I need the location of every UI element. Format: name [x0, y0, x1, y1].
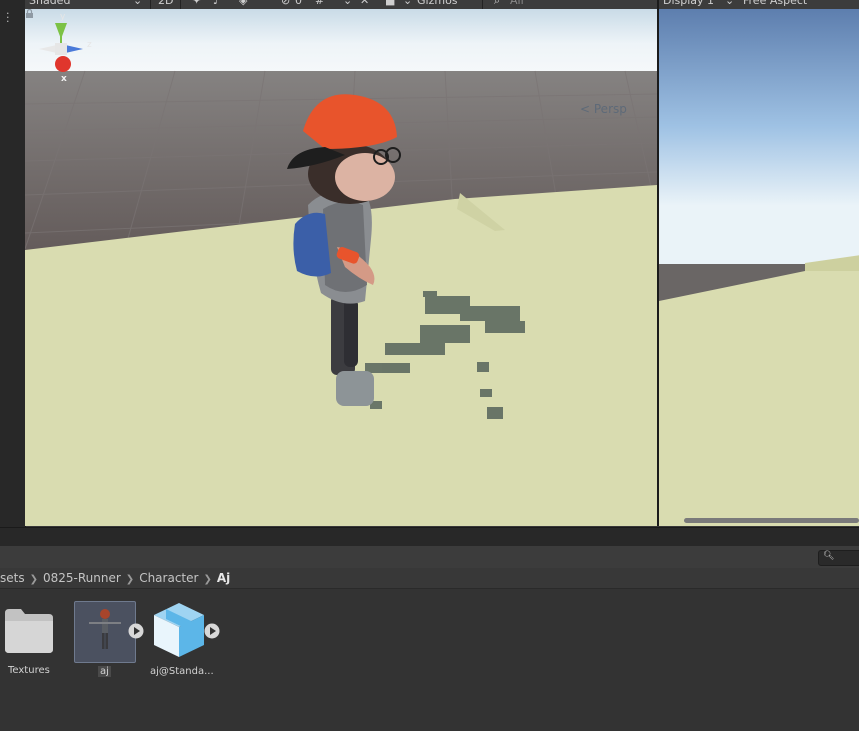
folder-icon [5, 609, 53, 653]
chevron-down-icon[interactable]: ⌄ [403, 0, 412, 8]
display-dropdown[interactable]: Display 1 [663, 0, 714, 8]
asset-label: aj [98, 666, 111, 677]
visibility-icon[interactable]: ⊘ [281, 0, 290, 8]
asset-item-textures[interactable]: Textures [0, 589, 60, 679]
breadcrumb: sets ❯ 0825-Runner ❯ Character ❯ Aj [0, 568, 859, 589]
hidden-count: 0 [295, 0, 302, 7]
game-view-scrollbar[interactable] [684, 518, 859, 523]
breadcrumb-item[interactable]: Character [139, 568, 198, 588]
chevron-down-icon[interactable]: ⌄ [133, 0, 142, 8]
game-toolbar: Display 1 ⌄ Free Aspect [657, 0, 859, 9]
orientation-gizmo[interactable]: y z x [25, 9, 105, 84]
lock-icon[interactable] [25, 9, 34, 18]
breadcrumb-item[interactable]: 0825-Runner [43, 568, 121, 588]
chevron-right-icon: ❯ [29, 574, 38, 585]
breadcrumb-item-current[interactable]: Aj [217, 568, 230, 588]
asset-label: aj@Standa... [150, 666, 214, 677]
search-icon: 🔍︎ [823, 551, 835, 561]
project-asset-grid: Textures aj aj@Standa... [0, 589, 859, 731]
lighting-icon[interactable]: ✦ [192, 0, 201, 8]
chevron-right-icon: ❯ [203, 574, 212, 585]
audio-icon[interactable]: ♪ [213, 0, 220, 8]
asset-item-aj-model[interactable]: aj [74, 601, 146, 681]
toggle-2d-button[interactable]: 2D [158, 0, 173, 8]
chevron-down-icon[interactable]: ⌄ [725, 0, 734, 8]
gizmo-z-label: z [87, 40, 92, 50]
projection-toggle[interactable]: < Persp [580, 102, 627, 116]
panel-divider [0, 527, 859, 547]
draw-mode-dropdown[interactable]: Shaded [29, 0, 70, 8]
game-view[interactable] [657, 9, 859, 526]
project-search-input[interactable]: 🔍︎ [818, 550, 859, 566]
asset-item-aj-standard[interactable]: aj@Standa... [148, 601, 228, 681]
model-preview [74, 601, 136, 663]
hierarchy-search-input[interactable]: All [510, 0, 524, 8]
layers-icon[interactable]: ◈ [239, 0, 247, 8]
gizmo-x-label: x [61, 74, 67, 84]
left-dock-strip: · · · [0, 0, 26, 527]
tools-icon[interactable]: ✕ [360, 0, 369, 8]
gizmo-y-label: y [60, 12, 66, 22]
expand-play-icon[interactable] [128, 623, 144, 639]
game-render [659, 9, 859, 526]
camera-icon[interactable]: ■ [385, 0, 395, 8]
grid-icon[interactable]: # [315, 0, 324, 8]
search-icon: ⌕ [494, 0, 501, 7]
chevron-right-icon: ❯ [125, 574, 135, 585]
asset-label: Textures [8, 665, 50, 676]
more-options-icon[interactable]: · · · [6, 8, 10, 27]
projection-label: Persp [593, 102, 627, 116]
scene-render [25, 9, 657, 526]
breadcrumb-item[interactable]: sets [0, 568, 25, 588]
aspect-dropdown[interactable]: Free Aspect [743, 0, 807, 8]
expand-play-icon[interactable] [204, 623, 220, 639]
scene-view[interactable]: y z x < Persp [25, 9, 657, 526]
prefab-cube-icon [154, 603, 204, 657]
project-toolbar: 🔍︎ [0, 546, 859, 569]
chevron-down-icon[interactable]: ⌄ [343, 0, 352, 8]
gizmos-dropdown[interactable]: Gizmos [417, 0, 458, 8]
